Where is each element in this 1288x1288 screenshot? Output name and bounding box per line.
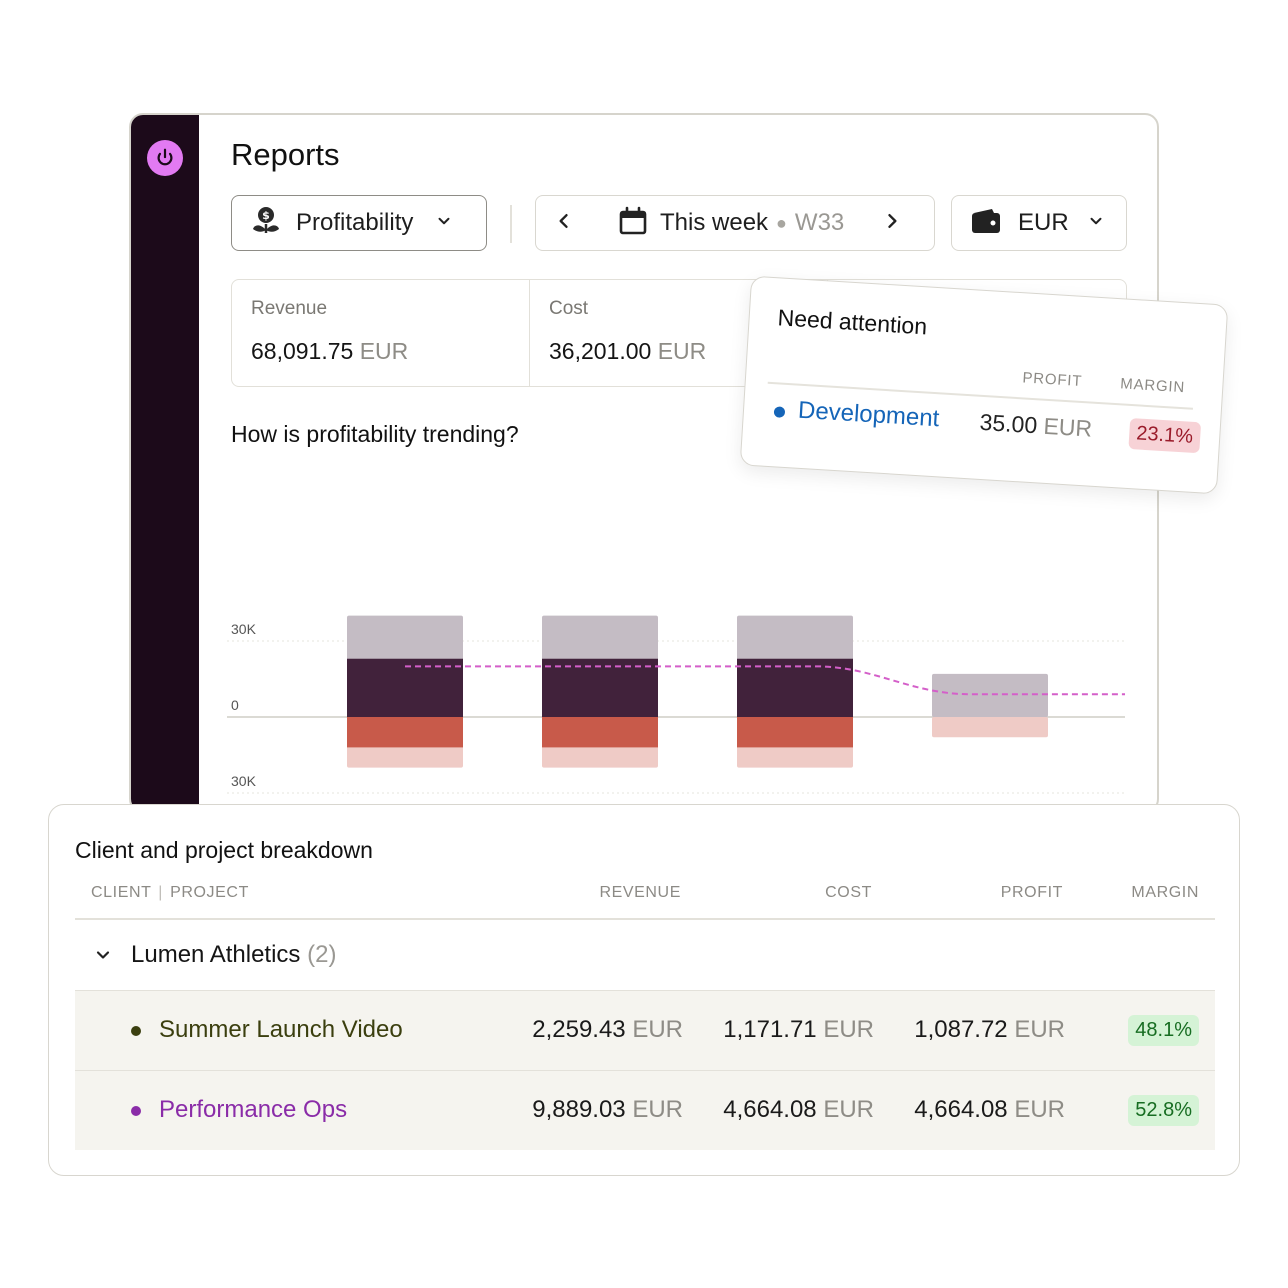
currency-dropdown[interactable]: EUR <box>951 195 1127 251</box>
profit-amount: 4,664.08 <box>914 1096 1008 1123</box>
margin-badge: 52.8% <box>1128 1095 1199 1126</box>
bar-cost <box>542 717 658 748</box>
client-group-row[interactable]: Lumen Athletics (2) <box>75 919 1215 991</box>
attention-profit-amount: 35.00 <box>978 408 1038 439</box>
project-cost: 4,664.08 EUR <box>723 1096 874 1124</box>
project-name[interactable]: Summer Launch Video <box>159 1016 403 1044</box>
attention-margin-header: MARGIN <box>1119 375 1186 397</box>
attention-title: Need attention <box>776 304 928 340</box>
stat-label: Revenue <box>251 298 328 319</box>
attention-profit-header: PROFIT <box>1021 369 1083 390</box>
project-name[interactable]: Performance Ops <box>159 1096 347 1124</box>
table-row[interactable]: Summer Launch Video 2,259.43 EUR 1,171.7… <box>75 990 1215 1070</box>
revenue-amount: 9,889.03 <box>532 1096 626 1123</box>
next-period-button[interactable] <box>882 211 902 236</box>
project-color-dot <box>131 1026 141 1036</box>
previous-period-button[interactable] <box>554 211 574 236</box>
money-plant-icon: $ <box>250 205 282 242</box>
y-tick-label: 30K <box>231 773 257 789</box>
project-profit: 1,087.72 EUR <box>914 1016 1065 1044</box>
bar-cost <box>737 717 853 748</box>
project-revenue: 9,889.03 EUR <box>532 1096 683 1124</box>
cost-header[interactable]: COST <box>825 884 872 902</box>
stat-currency: EUR <box>359 338 409 364</box>
report-type-dropdown[interactable]: $ Profitability <box>231 195 487 251</box>
report-type-label: Profitability <box>296 209 414 236</box>
bar-cost <box>347 717 463 748</box>
attention-project-link[interactable]: Development <box>797 397 940 434</box>
profitability-chart: 30K030KMon8/10Tue8/11Wed8/12Thu8/13Reven… <box>227 615 1125 794</box>
separator-dot: ● <box>776 212 787 233</box>
currency: EUR <box>823 1016 874 1043</box>
project-profit: 4,664.08 EUR <box>914 1096 1065 1124</box>
currency: EUR <box>632 1096 683 1123</box>
header-separator: | <box>158 884 164 901</box>
client-header: CLIENT <box>91 884 152 901</box>
page-title: Reports <box>231 137 340 172</box>
client-name-text: Lumen Athletics <box>131 941 301 968</box>
stat-value: 68,091.75 EUR <box>251 338 529 365</box>
stat-currency: EUR <box>657 338 707 364</box>
attention-profit-currency: EUR <box>1042 412 1093 442</box>
project-header: PROJECT <box>170 884 249 901</box>
week-number: W33 <box>794 209 845 236</box>
currency: EUR <box>632 1016 683 1043</box>
bar-revenue-forecast <box>932 673 1048 717</box>
margin-badge: 48.1% <box>1128 1015 1199 1046</box>
client-name: Lumen Athletics (2) <box>131 941 336 969</box>
attention-margin-badge: 23.1% <box>1128 417 1201 454</box>
project-revenue: 2,259.43 EUR <box>532 1016 683 1044</box>
revenue-amount: 2,259.43 <box>532 1016 626 1043</box>
sidebar <box>131 115 199 811</box>
svg-text:$: $ <box>262 209 270 222</box>
calendar-icon <box>618 206 648 241</box>
period-selector: This week ● W33 <box>535 195 935 251</box>
wallet-icon <box>970 207 1002 240</box>
power-icon[interactable] <box>147 140 183 176</box>
stat-amount: 36,201.00 <box>549 338 652 364</box>
margin-header[interactable]: MARGIN <box>1131 884 1199 902</box>
revenue-header[interactable]: REVENUE <box>599 884 681 902</box>
bar-revenue <box>347 658 463 717</box>
chevron-down-icon <box>1087 212 1105 235</box>
y-tick-label: 0 <box>231 697 239 713</box>
project-color-dot <box>131 1106 141 1116</box>
project-cost: 1,171.71 EUR <box>723 1016 874 1044</box>
profit-amount: 1,087.72 <box>914 1016 1008 1043</box>
chevron-down-icon[interactable] <box>93 945 113 970</box>
currency: EUR <box>1014 1096 1065 1123</box>
bar-cost-forecast <box>932 717 1048 738</box>
client-project-count: (2) <box>307 941 337 968</box>
stat-amount: 68,091.75 <box>251 338 354 364</box>
currency: EUR <box>823 1096 874 1123</box>
trend-title: How is profitability trending? <box>231 421 519 447</box>
y-tick-label: 30K <box>231 621 257 637</box>
chevron-down-icon <box>435 212 453 235</box>
table-row[interactable]: Performance Ops 9,889.03 EUR 4,664.08 EU… <box>75 1070 1215 1150</box>
period-label: This week <box>660 209 769 236</box>
currency-label: EUR <box>1018 209 1069 236</box>
profit-header[interactable]: PROFIT <box>1001 884 1063 902</box>
bar-revenue <box>542 658 658 717</box>
currency: EUR <box>1014 1016 1065 1043</box>
project-color-dot <box>773 406 786 418</box>
breakdown-title: Client and project breakdown <box>75 837 373 863</box>
toolbar-divider <box>510 205 512 243</box>
stat-revenue: Revenue 68,091.75 EUR <box>232 280 530 386</box>
cost-amount: 1,171.71 <box>723 1016 817 1043</box>
client-project-breakdown: Client and project breakdown CLIENT | PR… <box>48 804 1240 1176</box>
client-project-header: CLIENT | PROJECT <box>91 884 249 902</box>
attention-profit: 35.00 EUR <box>979 409 1093 443</box>
need-attention-card: Need attention PROFIT MARGIN Development… <box>739 275 1229 495</box>
cost-amount: 4,664.08 <box>723 1096 817 1123</box>
